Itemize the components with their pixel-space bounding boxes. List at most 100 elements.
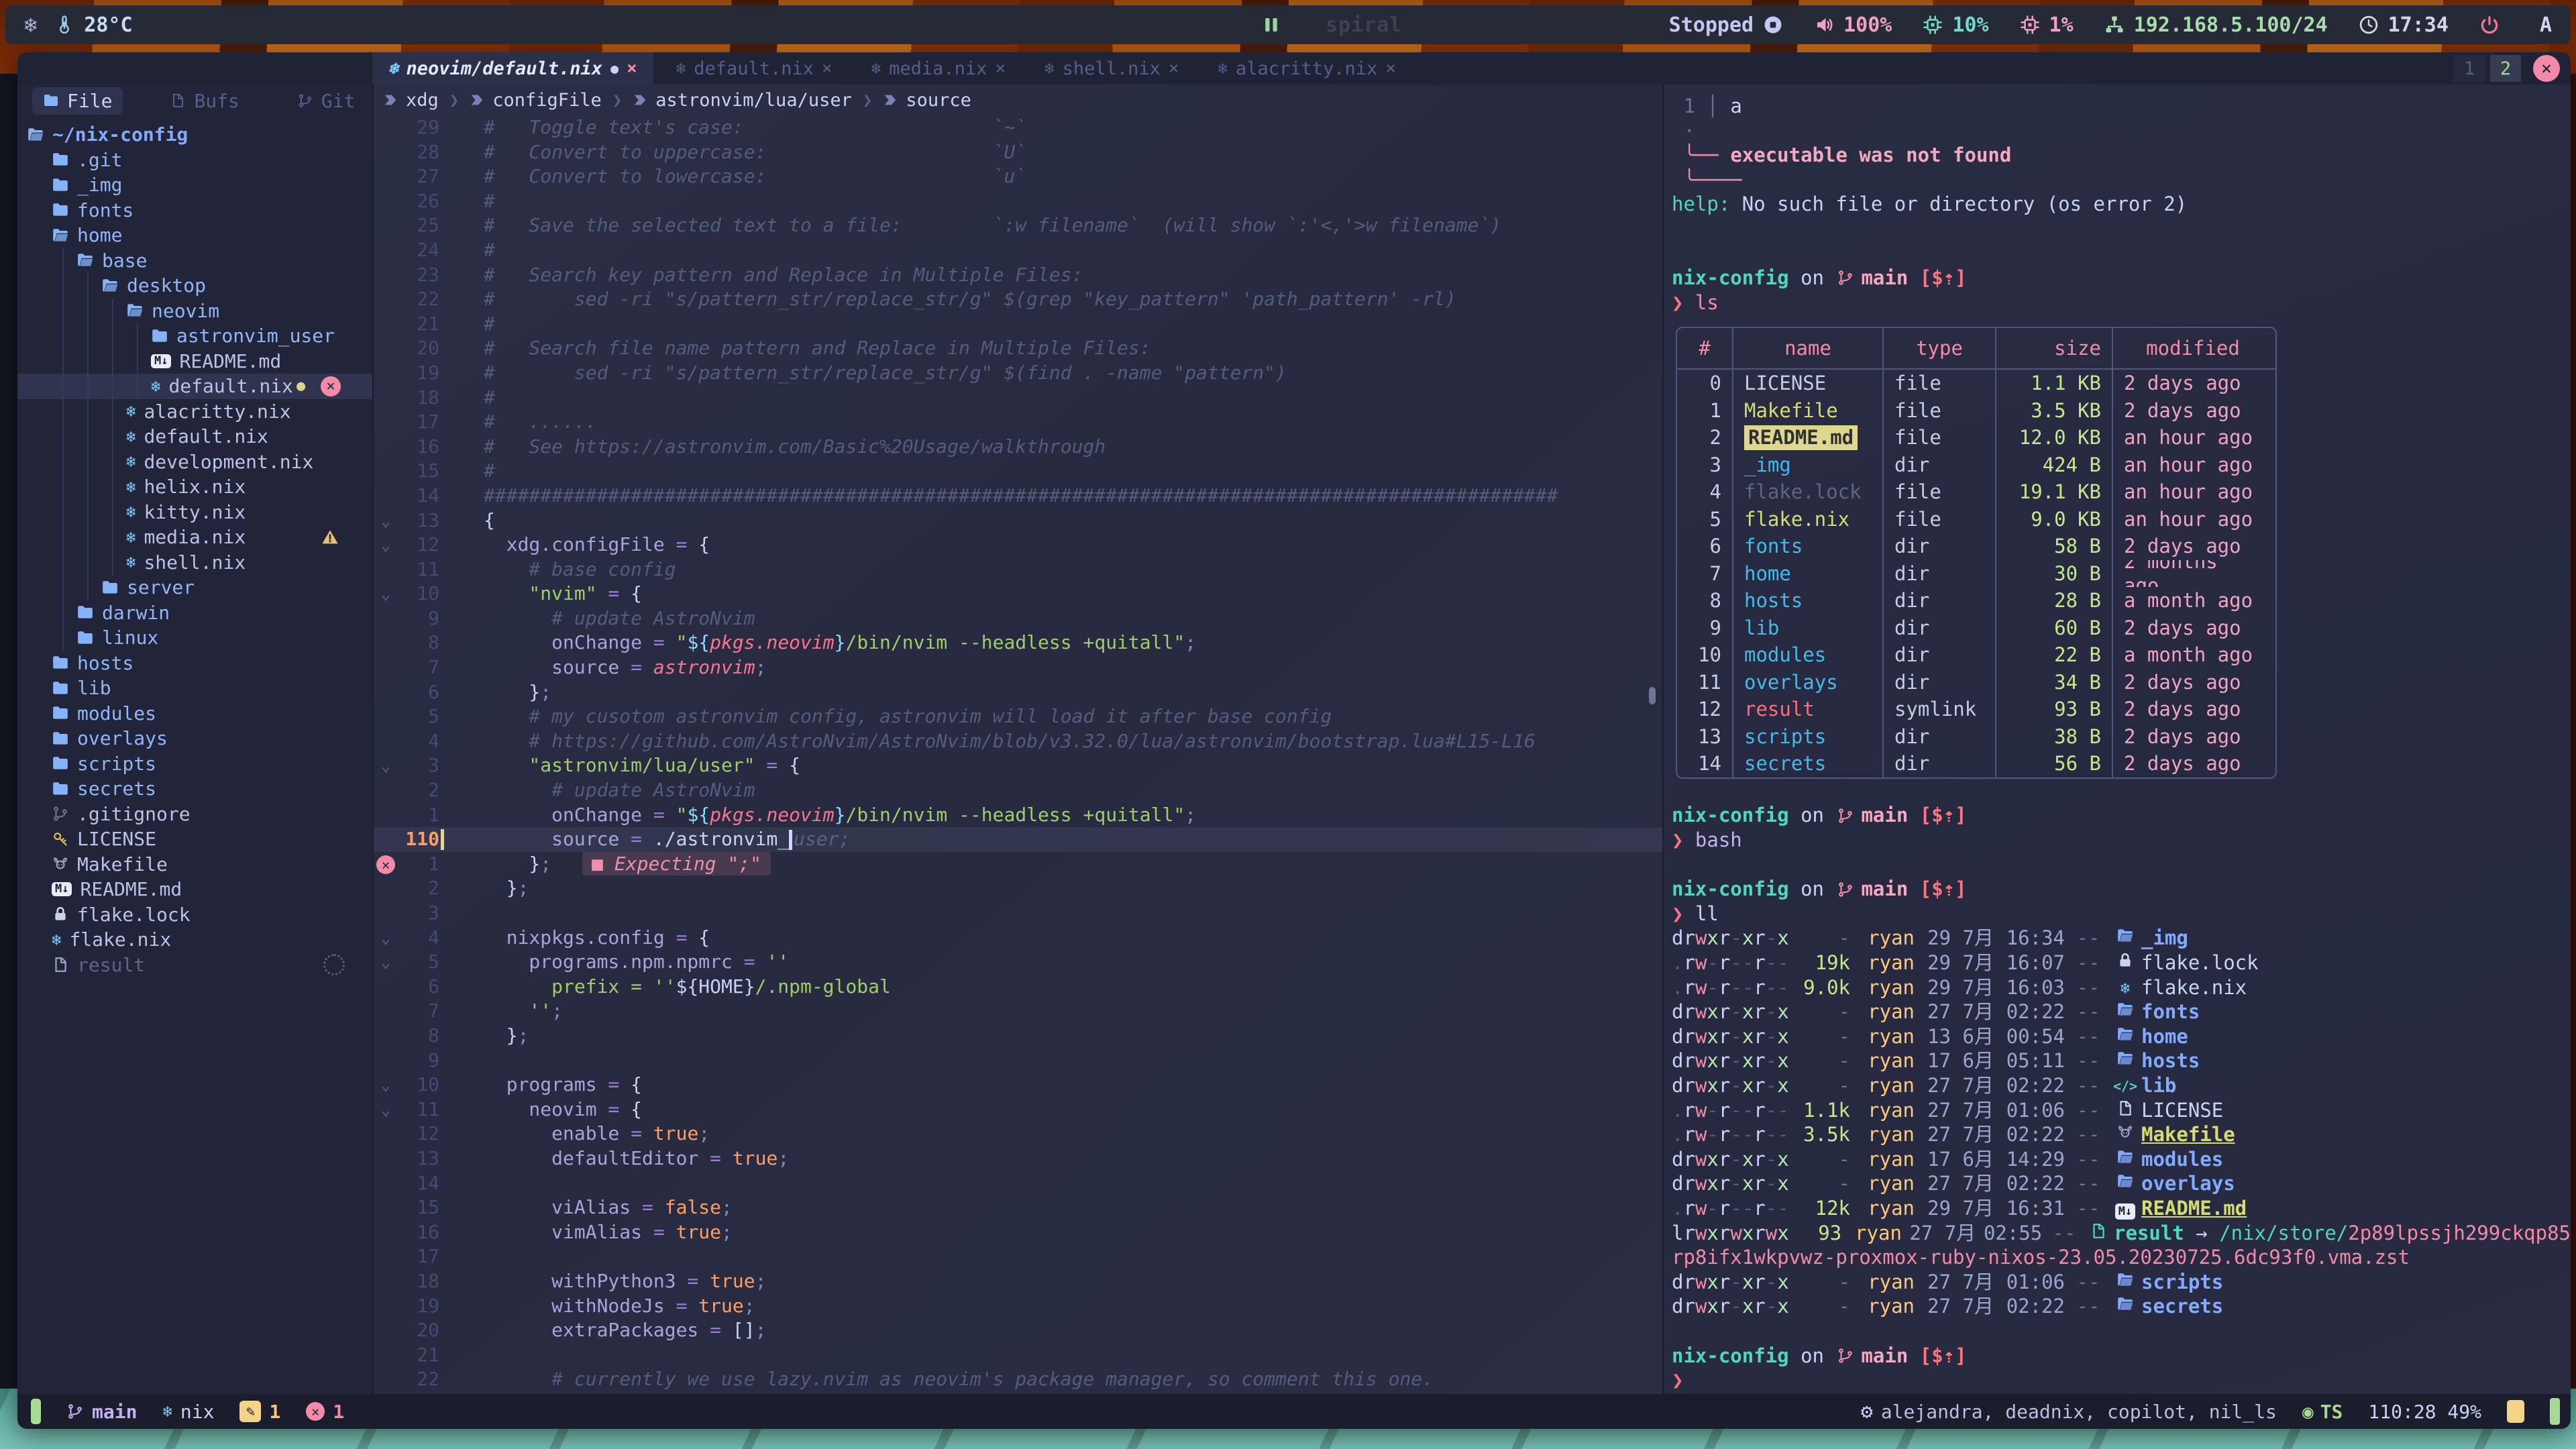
code-line[interactable]: 16# See https://astronvim.com/Basic%20Us… — [374, 435, 1662, 460]
code-line[interactable]: 14 — [374, 1171, 1662, 1196]
tree-item-lib[interactable]: lib — [17, 676, 372, 701]
code-line[interactable]: 8 onChange = "${pkgs.neovim}/bin/nvim --… — [374, 631, 1662, 655]
code-line[interactable]: 15 viAlias = false; — [374, 1195, 1662, 1220]
code-line[interactable]: 22 # currently we use lazy.nvim as neovi… — [374, 1367, 1662, 1392]
code-line[interactable]: 21# — [374, 312, 1662, 337]
buffer-close-icon[interactable]: × — [1385, 58, 1396, 78]
tabline-close-button[interactable]: ✕ — [2533, 55, 2560, 82]
tab-number[interactable]: 2 — [2490, 55, 2521, 82]
code-line[interactable]: ⌄10 programs = { — [374, 1073, 1662, 1097]
close-icon[interactable]: ✕ — [321, 376, 341, 396]
tree-item-secrets[interactable]: secrets — [17, 776, 372, 802]
buffer-close-icon[interactable]: × — [822, 58, 833, 78]
media-pause-icon[interactable] — [1261, 15, 1281, 35]
breadcrumb-item[interactable]: astronvim/lua/user — [633, 90, 852, 111]
topbar-item-keyboard-layout[interactable]: A — [2540, 13, 2552, 37]
sidebar-tab-bufs[interactable]: Bufs — [159, 87, 250, 115]
code-line[interactable]: ⌄5 programs.npm.npmrc = '' — [374, 950, 1662, 975]
tree-item-kitty.nix[interactable]: ❄kitty.nix — [17, 500, 372, 525]
tab-number[interactable]: 1 — [2454, 55, 2485, 82]
terminal-pane[interactable]: 1 │ a · ╰── executable was not found ╰──… — [1662, 85, 2571, 1394]
breadcrumb-item[interactable]: configFile — [470, 90, 602, 111]
tree-item-nix-config[interactable]: ~/nix-config — [17, 122, 372, 148]
tree-item-.git[interactable]: .git — [17, 148, 372, 173]
code-line[interactable]: ✕1 };■ Expecting ";" — [374, 852, 1662, 877]
table-row[interactable]: 7homedir30 B2 months ago — [1677, 560, 2275, 588]
table-row[interactable]: 12resultsymlink93 B2 days ago — [1677, 696, 2275, 723]
tree-item-result[interactable]: result — [17, 953, 372, 978]
table-row[interactable]: 13scriptsdir38 B2 days ago — [1677, 723, 2275, 751]
tree-item-overlays[interactable]: overlays — [17, 726, 372, 751]
statusline-modified-count[interactable]: ✎1 — [239, 1401, 280, 1423]
buffer-close-icon[interactable]: × — [627, 58, 637, 78]
code-line[interactable]: ⌄10 "nvim" = { — [374, 582, 1662, 606]
tree-item-linux[interactable]: linux — [17, 625, 372, 651]
code-line[interactable]: 20 extraPackages = []; — [374, 1318, 1662, 1343]
code-line[interactable]: 25# Save the selected text to a file: `:… — [374, 213, 1662, 238]
topbar-item-power[interactable] — [2479, 15, 2509, 35]
sidebar-tab-git[interactable]: Git — [286, 87, 366, 115]
code-line[interactable]: 16 vimAlias = true; — [374, 1220, 1662, 1245]
tree-item-README.md[interactable]: M↓README.md — [17, 349, 372, 374]
code-line[interactable]: ⌄4 nixpkgs.config = { — [374, 926, 1662, 951]
tree-item-fonts[interactable]: fonts — [17, 198, 372, 223]
scrollbar-thumb[interactable] — [1649, 687, 1656, 704]
nixos-logo-icon[interactable]: ❄ — [24, 12, 37, 38]
tree-close-button[interactable]: ✕ — [321, 376, 341, 396]
topbar-item-volume[interactable]: 100% — [1814, 13, 1892, 37]
code-line[interactable]: 18# — [374, 386, 1662, 411]
code-line[interactable]: 9 # update AstroNvim — [374, 606, 1662, 631]
table-row[interactable]: 1Makefilefile3.5 KB2 days ago — [1677, 397, 2275, 425]
table-row[interactable]: 9libdir60 B2 days ago — [1677, 614, 2275, 642]
table-row[interactable]: 10modulesdir22 Ba month ago — [1677, 641, 2275, 669]
code-line[interactable]: ⌄13{ — [374, 508, 1662, 533]
code-line[interactable]: ⌄3 "astronvim/lua/user" = { — [374, 753, 1662, 778]
tree-item-desktop[interactable]: desktop — [17, 273, 372, 299]
code-line[interactable]: 7 source = astronvim; — [374, 655, 1662, 680]
tree-item-flake.nix[interactable]: ❄flake.nix — [17, 927, 372, 953]
table-row[interactable]: 3_imgdir424 Ban hour ago — [1677, 451, 2275, 479]
code-line[interactable]: 14######################################… — [374, 484, 1662, 508]
tree-item-README.md[interactable]: M↓README.md — [17, 877, 372, 902]
code-line[interactable]: 15# — [374, 459, 1662, 484]
code-line[interactable]: 26# — [374, 189, 1662, 214]
topbar-item-cpu[interactable]: 10% — [1923, 13, 1988, 37]
buffer-tab[interactable]: ❄shell.nix× — [1028, 52, 1195, 85]
table-row[interactable]: 4flake.lockfile19.1 KBan hour ago — [1677, 478, 2275, 506]
buffer-tab[interactable]: ❄alacritty.nix× — [1202, 52, 1412, 85]
buffer-tab[interactable]: ❄media.nix× — [855, 52, 1022, 85]
code-area[interactable]: 29# Toggle text's case: `~`28# Convert t… — [374, 115, 1662, 1394]
topbar-item-job-status[interactable]: Stopped — [1669, 13, 1783, 37]
code-line[interactable]: 17 — [374, 1244, 1662, 1269]
code-line[interactable]: 110 source = ./astronvim_user; — [374, 827, 1662, 852]
tree-item-astronvim_user[interactable]: astronvim_user — [17, 323, 372, 349]
buffer-tab[interactable]: ❄neovim/default.nix●× — [372, 52, 653, 85]
tree-item-darwin[interactable]: darwin — [17, 600, 372, 626]
breadcrumb-item[interactable]: xdg — [383, 90, 439, 111]
code-line[interactable]: 6 prefix = ''${HOME}/.npm-global — [374, 975, 1662, 1000]
statusline-error-count[interactable]: ✕1 — [306, 1401, 344, 1423]
code-line[interactable]: 24# — [374, 238, 1662, 263]
buffer-close-icon[interactable]: × — [995, 58, 1006, 78]
tree-item-modules[interactable]: modules — [17, 701, 372, 727]
tree-item-Makefile[interactable]: Makefile — [17, 852, 372, 877]
topbar-item-network[interactable]: 192.168.5.100/24 — [2104, 13, 2328, 37]
statusline-git-branch[interactable]: main — [66, 1401, 137, 1423]
code-line[interactable]: 18 withPython3 = true; — [374, 1269, 1662, 1294]
tree-item-media.nix[interactable]: ❄media.nix — [17, 525, 372, 550]
code-line[interactable]: 19 withNodeJs = true; — [374, 1294, 1662, 1319]
code-line[interactable]: 8 }; — [374, 1024, 1662, 1049]
code-line[interactable]: 20# Search file name pattern and Replace… — [374, 336, 1662, 361]
table-row[interactable]: 6fontsdir58 B2 days ago — [1677, 533, 2275, 560]
code-line[interactable]: 13 defaultEditor = true; — [374, 1146, 1662, 1171]
breadcrumb-item[interactable]: source — [883, 90, 971, 111]
code-line[interactable]: 12 enable = true; — [374, 1122, 1662, 1146]
tree-item-default.nix[interactable]: ❄default.nix●✕ — [17, 374, 372, 399]
code-line[interactable]: 1 onChange = "${pkgs.neovim}/bin/nvim --… — [374, 803, 1662, 828]
code-line[interactable]: 2 }; — [374, 876, 1662, 901]
tree-item-shell.nix[interactable]: ❄shell.nix — [17, 550, 372, 576]
tree-item-server[interactable]: server — [17, 575, 372, 600]
code-line[interactable]: 21 — [374, 1343, 1662, 1368]
code-line[interactable]: 6 }; — [374, 680, 1662, 705]
code-line[interactable]: 5 # my cusotom astronvim config, astronv… — [374, 704, 1662, 729]
